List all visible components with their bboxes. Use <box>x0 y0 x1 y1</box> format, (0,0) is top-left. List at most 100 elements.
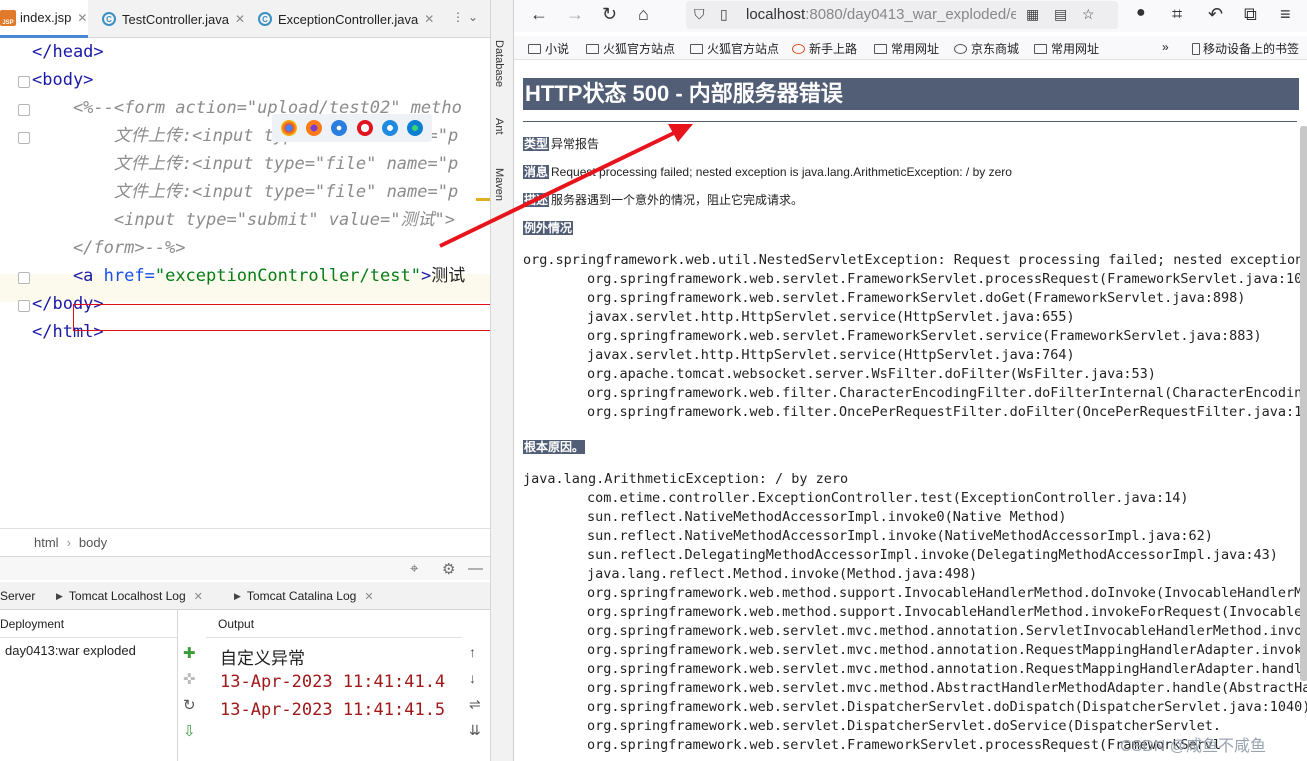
fold-marker-icon[interactable] <box>18 104 30 116</box>
folder-icon <box>690 43 703 54</box>
reader-view-icon[interactable]: ▤ <box>1054 6 1067 23</box>
gear-icon[interactable]: ⚙ <box>442 560 455 578</box>
bookmark-link[interactable]: 新手上路 <box>792 40 857 57</box>
address-bar[interactable]: ⛉ ▯ localhost:8080/day0413_war_exploded/… <box>686 1 1118 29</box>
code-token: > <box>420 266 432 286</box>
tab-server[interactable]: Server <box>0 582 35 610</box>
chevron-down-icon[interactable]: ⌄ <box>468 10 478 24</box>
crosshair-icon[interactable]: ⌖ <box>410 560 418 577</box>
shield-icon[interactable]: ⛉ <box>694 6 705 23</box>
output-line: 13-Apr-2023 11:41:41.4 <box>220 672 446 692</box>
code-line[interactable]: <a href="exceptionController/test">测试 <box>32 262 465 290</box>
reload-icon[interactable]: ↻ <box>602 4 617 25</box>
code-token: <input type="submit" value="测试"> <box>32 210 455 230</box>
forward-icon[interactable]: → <box>566 4 584 25</box>
undo-icon[interactable]: ↶ <box>1208 4 1223 25</box>
breadcrumb-body[interactable]: body <box>79 535 107 550</box>
edge-icon[interactable] <box>407 120 424 136</box>
folder-icon <box>1034 43 1047 54</box>
arrow-down-icon[interactable]: ↓ <box>469 670 476 686</box>
bookmark-link[interactable]: 火狐官方站点 <box>690 40 779 57</box>
code-token: 测试 <box>431 266 466 286</box>
screenshot-icon[interactable]: ⌗ <box>1172 4 1182 25</box>
code-token: 文件上传:<input type="file" name="p <box>32 182 459 202</box>
refresh-icon[interactable]: ↻ <box>183 696 196 714</box>
fold-marker-icon[interactable] <box>18 76 30 88</box>
stack-trace-line: org.apache.tomcat.websocket.server.WsFil… <box>587 366 1156 382</box>
ie-icon[interactable] <box>381 120 398 136</box>
more-tabs-icon[interactable]: ⋮ <box>452 10 466 26</box>
tab-test-controller[interactable]: C TestController.java ✕ <box>102 0 245 38</box>
code-token: <a <box>32 266 104 286</box>
undeploy-icon[interactable]: ✜ <box>183 670 196 688</box>
fold-marker-icon[interactable] <box>18 272 30 284</box>
error-page: HTTP状态 500 - 内部服务器错误 类型 异常报告 消息 Request pr… <box>514 60 1307 761</box>
bookmark-folder[interactable]: 常用网址 <box>1034 40 1099 57</box>
stack-trace-line: org.springframework.web.method.support.I… <box>587 604 1307 620</box>
bookmark-link[interactable]: 火狐官方站点 <box>586 40 675 57</box>
code-line[interactable]: <input type="submit" value="测试"> <box>32 206 455 234</box>
bookmark-folder[interactable]: 常用网址 <box>874 40 939 57</box>
code-token: href= <box>103 266 155 286</box>
mobile-bookmarks[interactable]: 移动设备上的书签 <box>1192 40 1299 57</box>
scroll-to-end-icon[interactable]: ⇊ <box>469 722 481 739</box>
close-icon[interactable]: ✕ <box>364 590 373 603</box>
tool-window-strip: Database Ant Maven <box>490 0 513 761</box>
bookmark-folder[interactable]: 小说 <box>528 40 569 57</box>
minimize-icon[interactable]: — <box>468 560 483 577</box>
fold-marker-icon[interactable] <box>18 132 30 144</box>
extensions-icon[interactable]: ⧉ <box>1244 4 1257 25</box>
fold-marker-icon[interactable] <box>18 300 30 312</box>
vertical-scrollbar[interactable] <box>1300 126 1307 681</box>
tool-window-ant[interactable]: Ant <box>493 118 505 135</box>
tool-window-maven[interactable]: Maven <box>493 168 505 201</box>
close-icon[interactable]: ✕ <box>194 590 203 603</box>
more-bookmarks-icon[interactable]: » <box>1162 40 1169 54</box>
tab-tomcat-localhost-log[interactable]: ▶ Tomcat Localhost Log ✕ <box>56 582 203 610</box>
exception-label: 例外情况 <box>523 221 574 235</box>
stack-trace-line: org.springframework.web.servlet.Framewor… <box>587 290 1246 306</box>
code-line[interactable]: 文件上传:<input type="file" name="p <box>32 150 458 178</box>
safari-icon[interactable] <box>331 120 348 136</box>
tab-exception-controller[interactable]: C ExceptionController.java ✕ <box>258 0 434 38</box>
code-line[interactable]: <body> <box>32 66 93 94</box>
log-icon: ▶ <box>234 590 241 601</box>
code-editor[interactable]: </head> <body> <%--<form action="upload/t… <box>0 38 497 566</box>
lock-icon[interactable]: ▯ <box>720 6 728 23</box>
tab-label: Tomcat Localhost Log <box>68 589 186 603</box>
soft-wrap-icon[interactable]: ⇌ <box>469 696 481 713</box>
deploy-icon[interactable]: ✚ <box>183 644 196 662</box>
bookmark-star-icon[interactable]: ☆ <box>1082 6 1095 23</box>
stack-trace-line: org.springframework.web.servlet.mvc.meth… <box>587 623 1307 639</box>
code-line[interactable]: 文件上传:<input type="file" name="p <box>32 178 458 206</box>
close-icon[interactable]: ✕ <box>77 11 87 25</box>
tool-window-database[interactable]: Database <box>493 40 505 87</box>
code-token: "exceptionController/test" <box>154 266 421 286</box>
breadcrumb-html[interactable]: html <box>34 535 59 550</box>
close-icon[interactable]: ✕ <box>424 12 434 26</box>
mobile-icon <box>1192 42 1200 55</box>
code-line[interactable]: </head> <box>32 38 104 66</box>
close-icon[interactable]: ✕ <box>235 12 245 26</box>
browser-toolbar: ← → ↻ ⌂ ⛉ ▯ localhost:8080/day0413_war_e… <box>514 0 1307 32</box>
root-cause-label: 根本原因。 <box>523 440 586 454</box>
code-line[interactable]: </form>--%> <box>32 234 186 262</box>
account-icon[interactable]: ● <box>1136 4 1146 22</box>
home-icon[interactable]: ⌂ <box>638 4 649 25</box>
url-text[interactable]: localhost:8080/day0413_war_exploded/e <box>746 6 1016 23</box>
globe-icon <box>954 43 967 54</box>
deployment-item[interactable]: day0413:war exploded <box>0 638 177 664</box>
arrow-up-icon[interactable]: ↑ <box>469 644 476 660</box>
tab-index-jsp[interactable]: JSP index.jsp ✕ <box>0 0 88 38</box>
qr-code-icon[interactable]: ▦ <box>1026 6 1039 23</box>
bookmark-link[interactable]: 京东商城 <box>954 40 1019 57</box>
exception-heading: 例外情况 <box>523 219 575 236</box>
opera-icon[interactable] <box>356 120 373 136</box>
chrome-icon[interactable] <box>280 120 297 136</box>
stack-trace-line: java.lang.ArithmeticException: / by zero <box>523 471 849 487</box>
deploy-all-icon[interactable]: ⇩ <box>183 722 196 740</box>
firefox-icon[interactable] <box>305 120 322 136</box>
back-icon[interactable]: ← <box>530 4 548 25</box>
tab-tomcat-catalina-log[interactable]: ▶ Tomcat Catalina Log ✕ <box>234 582 374 610</box>
menu-icon[interactable]: ≡ <box>1280 4 1291 25</box>
